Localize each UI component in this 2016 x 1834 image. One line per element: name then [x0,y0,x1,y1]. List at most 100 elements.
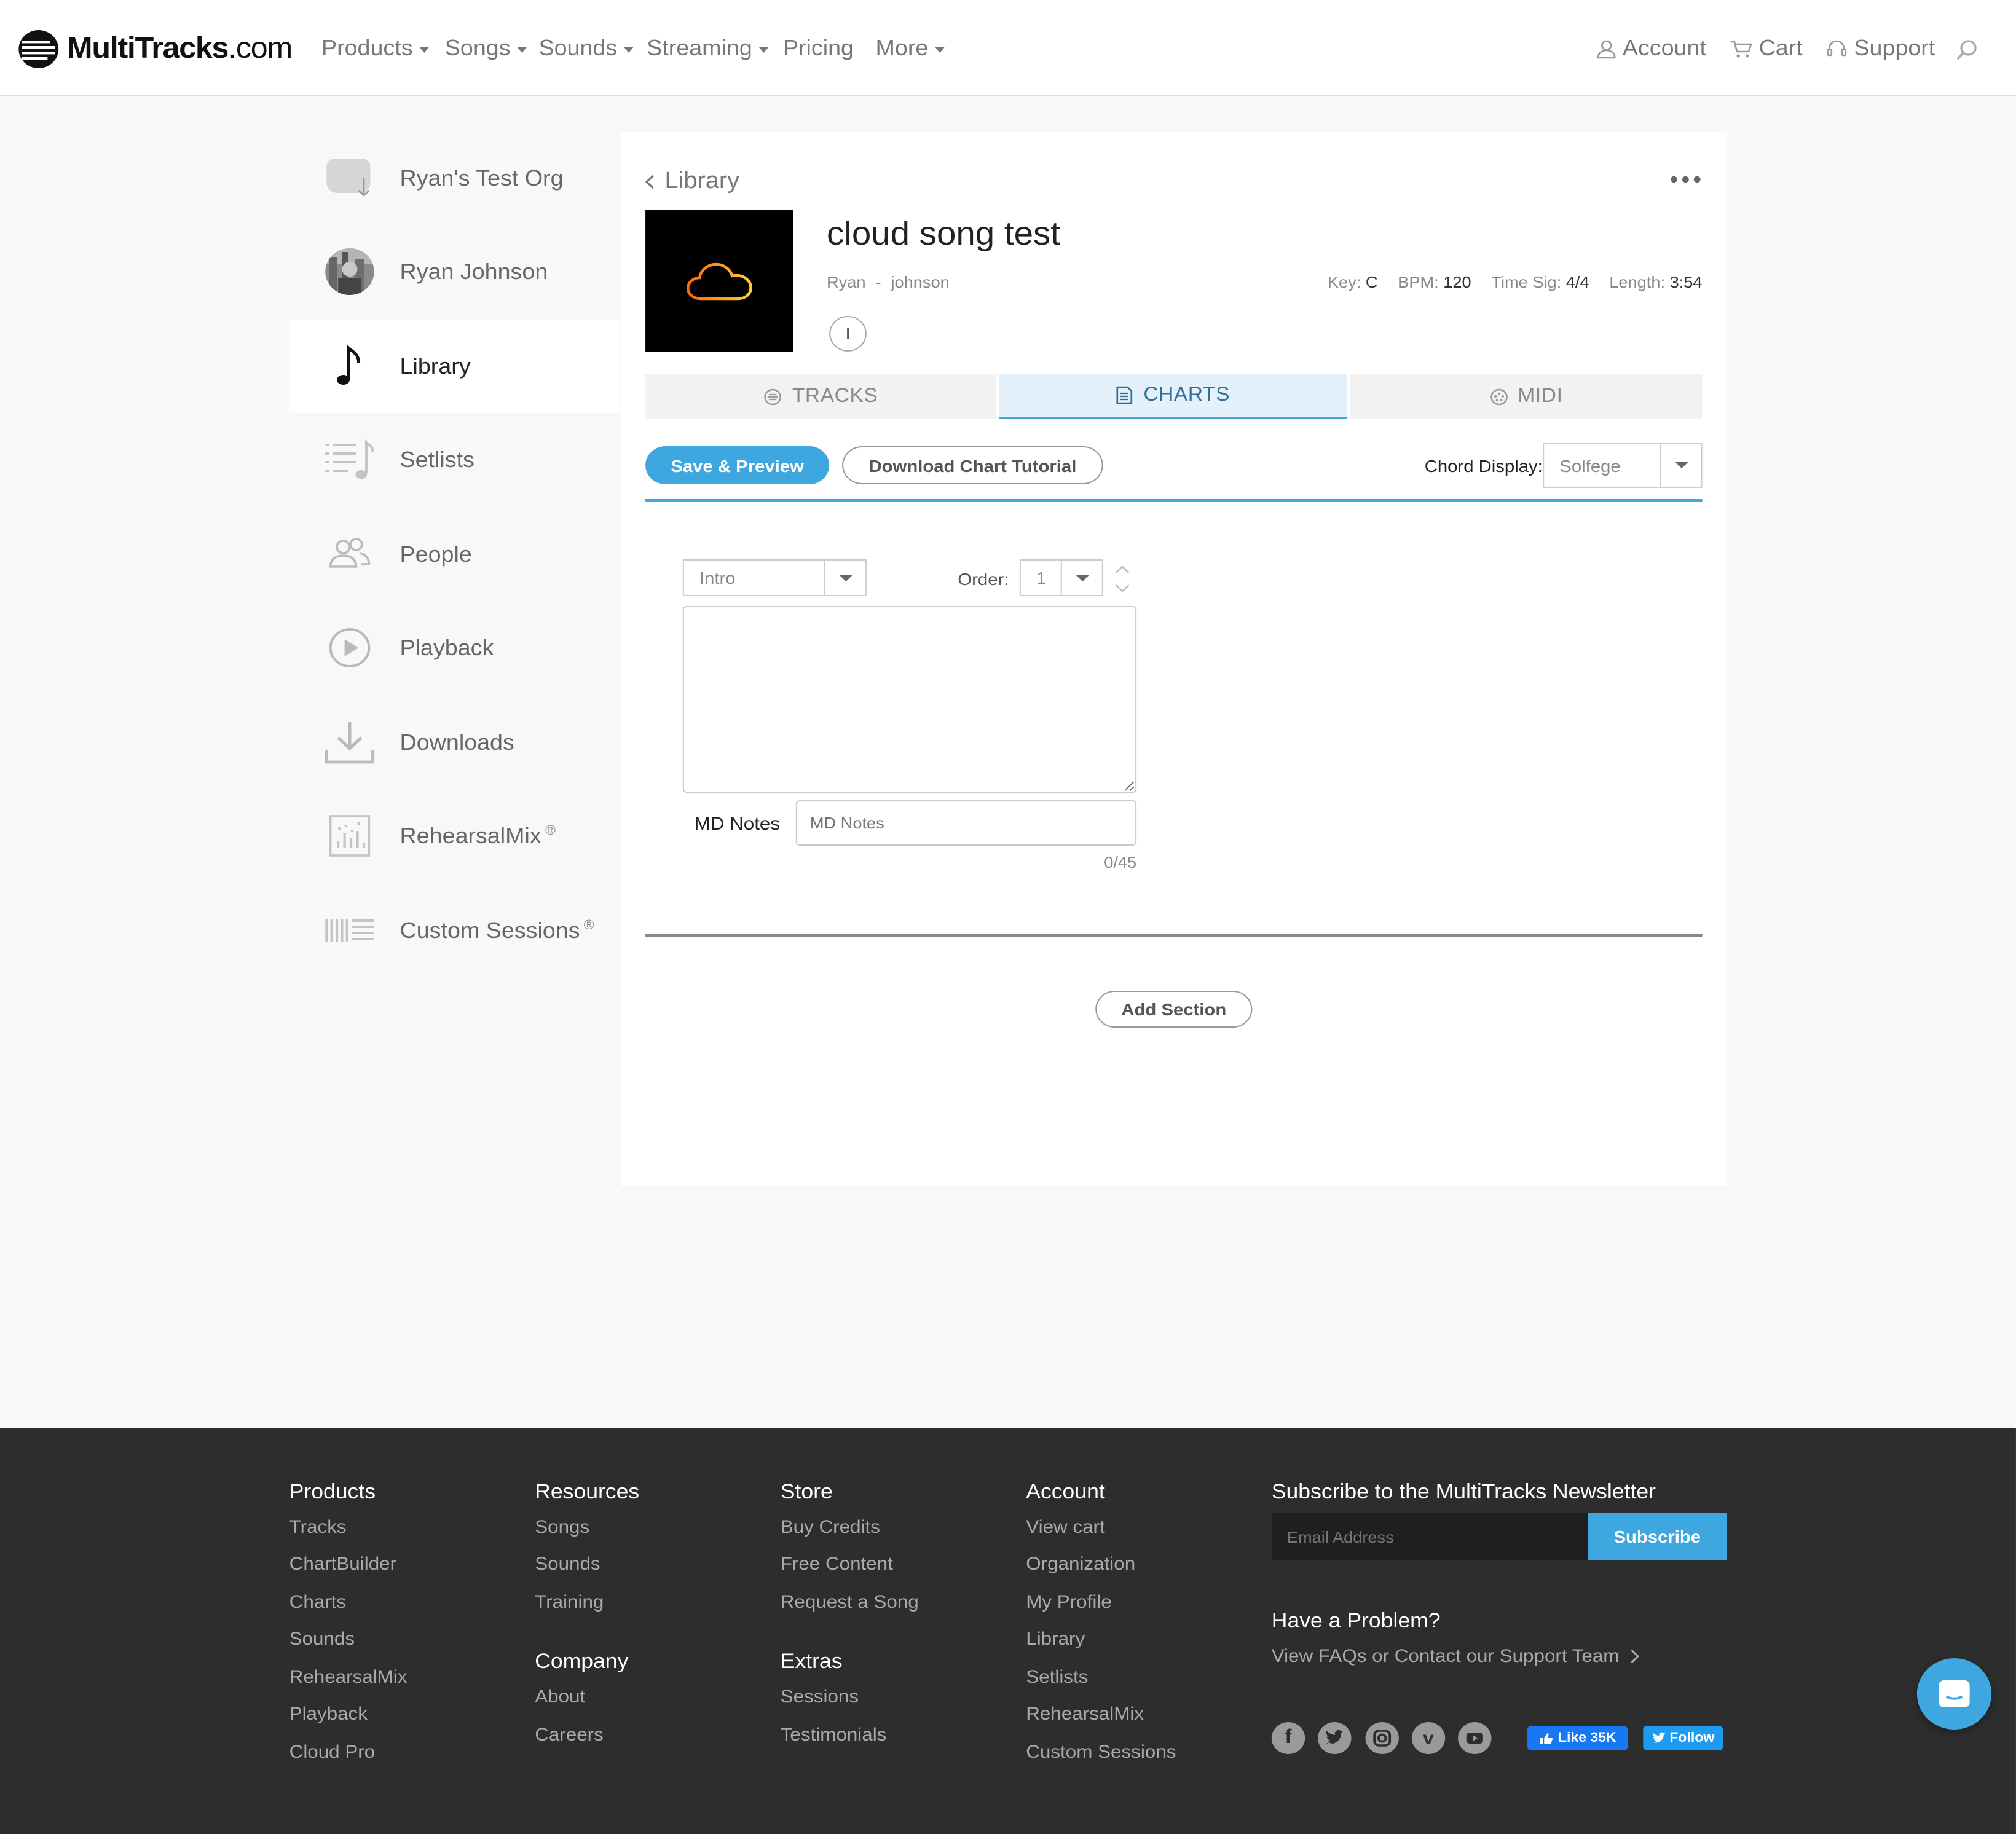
length-value: 3:54 [1669,273,1703,291]
footer-link[interactable]: Custom Sessions [1026,1742,1176,1759]
footer-link[interactable]: Request a Song [781,1592,919,1613]
section-type-select[interactable]: Intro [682,559,867,596]
order-stepper[interactable] [1113,563,1131,595]
back-to-library[interactable]: Library [644,168,739,195]
sidebar-item-playback[interactable]: Playback [289,601,620,695]
footer-link[interactable]: My Profile [1026,1592,1111,1613]
chart-text-area[interactable] [682,606,1137,793]
sidebar-item-rehearsalmix[interactable]: RehearsalMix ® [289,789,620,883]
chord-display-select[interactable]: Solfege [1543,443,1703,488]
facebook-icon[interactable]: f [1271,1722,1305,1754]
footer-link[interactable]: Careers [535,1725,604,1745]
more-options-button[interactable] [1670,176,1701,183]
play-circle-icon [324,623,376,672]
twitter-follow-button[interactable]: Follow [1643,1726,1723,1750]
footer-link[interactable]: RehearsalMix [289,1667,408,1688]
song-title: cloud song test [827,215,1060,252]
sidebar-item-org[interactable]: Ryan's Test Org [289,132,620,225]
footer-link[interactable]: Charts [289,1592,346,1613]
sidebar-item-setlists[interactable]: Setlists [289,413,620,506]
footer-link[interactable]: Songs [535,1517,589,1538]
support-faq-label: View FAQs or Contact our Support Team [1271,1646,1620,1667]
footer-link[interactable]: Sounds [289,1629,355,1650]
md-notes-counter: 0/45 [1104,853,1137,872]
newsletter-email-input[interactable] [1271,1513,1588,1560]
footer-link[interactable]: Setlists [1026,1667,1088,1688]
nav-pricing[interactable]: Pricing [783,36,854,61]
search-button[interactable] [1956,39,1979,61]
chat-icon [1939,1680,1970,1707]
support-label: Support [1854,36,1935,60]
song-artist-line: Ryan - johnson [827,273,950,291]
song-badge[interactable]: I [829,316,867,352]
account-link[interactable]: Account [1597,36,1706,61]
md-notes-input[interactable] [795,800,1137,846]
youtube-icon[interactable] [1458,1722,1492,1754]
footer-link[interactable]: Playback [289,1704,368,1725]
follow-label: Follow [1669,1731,1715,1745]
download-chart-tutorial-button[interactable]: Download Chart Tutorial [842,446,1103,484]
footer-link[interactable]: Sounds [535,1554,600,1575]
chord-display-label: Chord Display: [1424,456,1543,476]
tab-charts[interactable]: CHARTS [999,374,1348,419]
sidebar-item-label: Custom Sessions ® [400,918,594,943]
footer-link[interactable]: Cloud Pro [289,1742,376,1759]
rehearsalmix-label: RehearsalMix [400,823,541,848]
twitter-icon[interactable] [1318,1722,1352,1754]
dropdown-arrow-icon [1660,444,1701,487]
footer-link[interactable]: About [535,1686,585,1707]
dropdown-arrow-icon [824,561,865,595]
footer-link[interactable]: Sessions [781,1686,859,1707]
order-select[interactable]: 1 [1019,559,1103,596]
stepper-arrows-icon [1115,565,1130,592]
footer-link[interactable]: Training [535,1592,604,1613]
account-label: Account [1622,36,1706,60]
bpm-value: 120 [1443,273,1471,291]
site-footer: Products Tracks ChartBuilder Charts Soun… [0,1428,2016,1834]
chevron-right-icon [1631,1649,1640,1664]
instagram-icon[interactable] [1365,1722,1399,1754]
nav-more[interactable]: More [876,36,945,61]
sidebar-item-label: Ryan's Test Org [400,165,564,190]
save-preview-button[interactable]: Save & Preview [645,446,830,484]
footer-link[interactable]: View cart [1026,1517,1104,1538]
sidebar-item-library[interactable]: Library [289,320,620,413]
footer-link[interactable]: Testimonials [781,1725,887,1745]
footer-link[interactable]: Organization [1026,1554,1135,1575]
caret-down-icon [934,46,945,53]
sidebar-item-downloads[interactable]: Downloads [289,696,620,789]
tab-tracks[interactable]: TRACKS [645,374,997,419]
footer-link[interactable]: Tracks [289,1517,347,1538]
footer-link[interactable]: ChartBuilder [289,1554,396,1575]
footer-heading-resources: Resources [535,1480,640,1503]
song-artist[interactable]: Ryan [827,273,866,291]
site-header: MultiTracks.com Products Songs Sounds St… [0,0,2016,96]
footer-link[interactable]: Library [1026,1629,1085,1650]
song-album[interactable]: johnson [891,273,950,291]
add-section-button[interactable]: Add Section [1095,991,1253,1028]
sidebar-item-people[interactable]: People [289,508,620,601]
subscribe-button[interactable]: Subscribe [1588,1513,1727,1560]
nav-streaming[interactable]: Streaming [647,36,769,61]
support-link[interactable]: Support [1825,36,1935,61]
chat-launcher-button[interactable] [1916,1658,1992,1730]
footer-link[interactable]: RehearsalMix [1026,1704,1144,1725]
nav-products[interactable]: Products [321,36,430,61]
sidebar-item-custom-sessions[interactable]: Custom Sessions ® [289,884,620,977]
key-label: Key: [1327,273,1361,291]
timesig-value: 4/4 [1565,273,1589,291]
footer-link[interactable]: Free Content [781,1554,893,1575]
sidebar-item-profile[interactable]: Ryan Johnson [289,225,620,318]
nav-songs[interactable]: Songs [445,36,527,61]
midi-icon [1490,388,1507,405]
facebook-like-button[interactable]: Like 35K [1527,1726,1628,1750]
nav-songs-label: Songs [444,36,511,60]
support-faq-link[interactable]: View FAQs or Contact our Support Team [1272,1646,1640,1667]
footer-link[interactable]: Buy Credits [781,1517,880,1538]
nav-sounds[interactable]: Sounds [538,36,634,61]
tab-midi[interactable]: MIDI [1350,374,1703,419]
vimeo-icon[interactable]: v [1411,1722,1446,1754]
cart-link[interactable]: Cart [1729,36,1803,61]
site-logo[interactable]: MultiTracks.com [18,30,293,69]
registered-mark: ® [545,823,556,838]
